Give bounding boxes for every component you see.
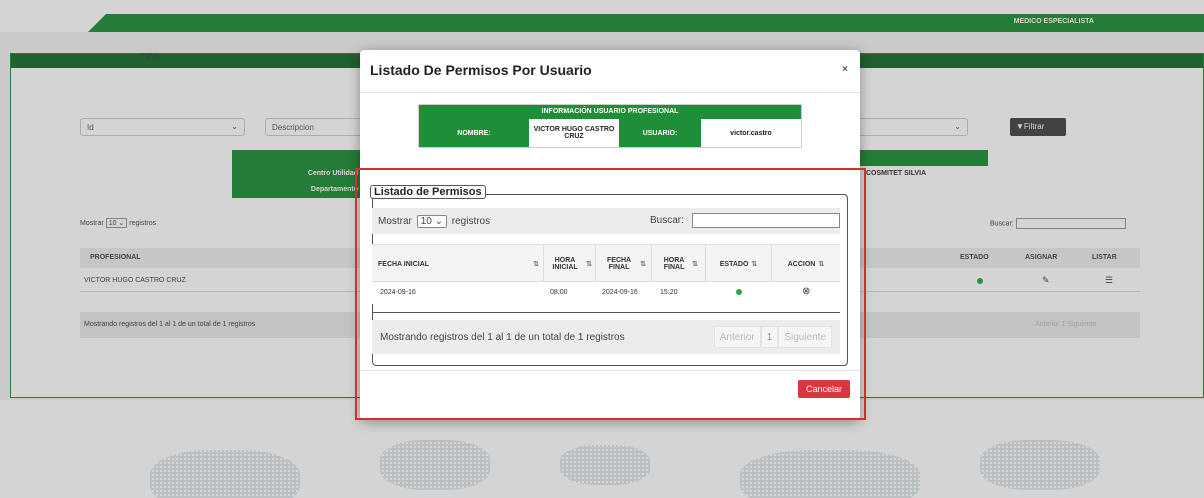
close-icon[interactable]: × [842,64,848,75]
search-input[interactable] [692,213,840,228]
table-bottom-border [372,312,840,313]
cell-fecha-inicial: 2024-09-16 [380,289,416,296]
cell-hora-final: 15:20 [660,289,678,296]
cancel-button[interactable]: Cancelar [798,380,850,398]
search-label: Buscar: [650,215,684,226]
permissions-section-title: Listado de Permisos [370,185,486,199]
show-suffix: registros [451,216,491,227]
table-row: 2024-09-16 08:00 2024-09-16 15:20 ⊗ [372,282,840,304]
col-accion-label: ACCION [787,260,816,268]
nombre-value: VICTOR HUGO CASTRO CRUZ [529,119,619,147]
modal-divider [360,92,860,93]
usuario-value: victor.castro [701,119,801,147]
chevron-down-icon: ⌄ [434,216,443,227]
length-select[interactable]: 10 ⌄ [416,215,447,228]
sort-icon: ⇅ [818,261,825,268]
col-hora-inicial-label: HORA INICIAL [552,257,578,271]
col-fecha-inicial-label: FECHA INICIAL [378,260,430,268]
pagination-next[interactable]: Siguiente [778,326,832,348]
permissions-modal: Listado De Permisos Por Usuario × INFORM… [355,50,866,420]
pagination: Anterior 1 Siguiente [713,326,832,348]
col-accion[interactable]: ACCION ⇅ [772,245,840,283]
length-select-value: 10 [420,216,432,227]
sort-icon: ⇅ [751,261,758,268]
cell-fecha-final: 2024-09-16 [602,289,638,296]
col-estado-label: ESTADO [719,260,749,268]
col-hora-final[interactable]: HORA FINAL ⇅ [652,245,706,283]
sort-icon: ⇅ [640,261,646,268]
table-info: Mostrando registros del 1 al 1 de un tot… [380,332,625,343]
cell-hora-inicial: 08:00 [550,289,568,296]
pagination-prev[interactable]: Anterior [713,326,761,348]
pagination-page[interactable]: 1 [760,326,779,348]
table-footer: Mostrando registros del 1 al 1 de un tot… [372,320,840,354]
cancel-permission-icon[interactable]: ⊗ [802,286,810,297]
col-fecha-inicial[interactable]: FECHA INICIAL ⇅ [372,245,544,283]
nombre-label: NOMBRE: [419,119,529,147]
sort-icon: ⇅ [586,261,592,268]
permissions-table-header: FECHA INICIAL ⇅ HORA INICIAL ⇅ FECHA FIN… [372,244,840,283]
show-prefix: Mostrar [378,216,412,227]
user-info-heading: INFORMACIÓN USUARIO PROFESIONAL [419,105,801,119]
usuario-label: USUARIO: [619,119,701,147]
table-controls: Mostrar 10 ⌄ registros Buscar: [372,208,840,234]
col-hora-final-label: HORA FINAL [663,257,685,271]
col-fecha-final[interactable]: FECHA FINAL ⇅ [596,245,652,283]
sort-icon: ⇅ [533,261,539,268]
col-hora-inicial[interactable]: HORA INICIAL ⇅ [544,245,596,283]
sort-icon: ⇅ [692,261,698,268]
modal-title: Listado De Permisos Por Usuario [370,62,592,78]
user-info-table: INFORMACIÓN USUARIO PROFESIONAL NOMBRE: … [418,104,802,148]
col-estado[interactable]: ESTADO ⇅ [706,245,772,283]
status-dot-icon [736,289,742,295]
length-control: Mostrar 10 ⌄ registros [378,215,490,228]
modal-footer-divider [360,370,860,371]
col-fecha-final-label: FECHA FINAL [607,257,632,271]
